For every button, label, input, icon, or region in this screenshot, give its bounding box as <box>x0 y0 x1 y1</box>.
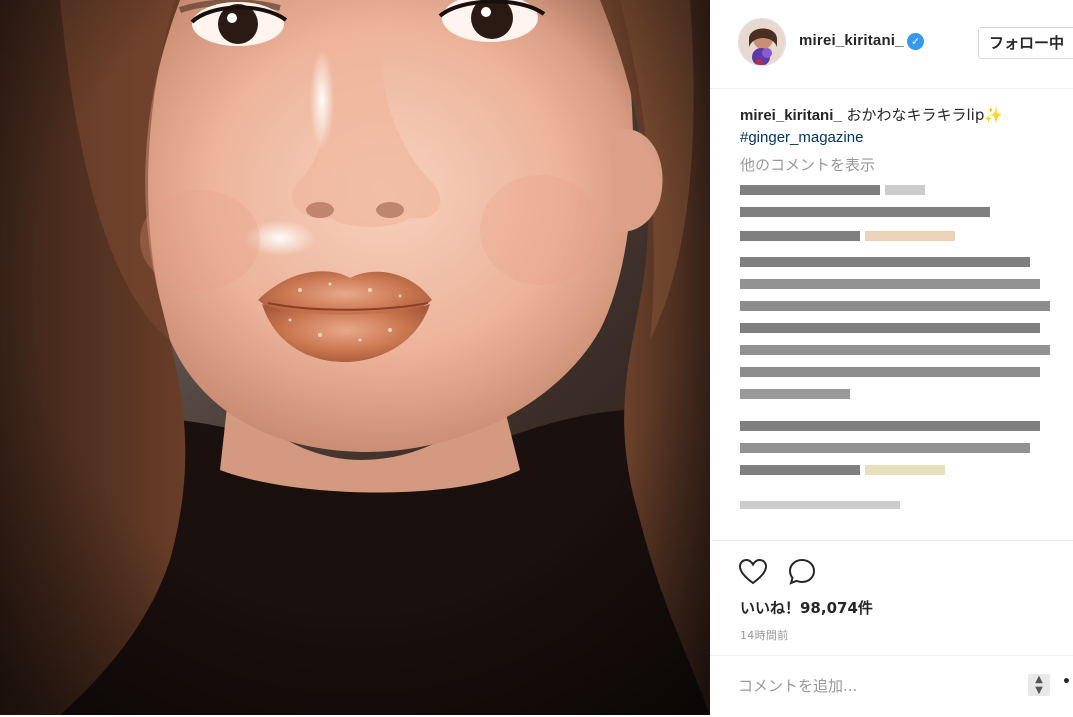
likes-count[interactable]: いいね！98,074件 <box>740 597 873 618</box>
pixelated-comment-block <box>740 185 1050 509</box>
caption-username[interactable]: mirei_kiritani_ <box>740 107 842 124</box>
pixelated-comments <box>740 185 1060 519</box>
caption-text: おかわなキラキラlip✨ <box>841 106 1004 124</box>
verified-check-icon: ✓ <box>907 33 924 50</box>
more-options-button[interactable]: ••• <box>1062 674 1073 690</box>
load-more-comments-link[interactable]: 他のコメントを表示 <box>740 155 1060 175</box>
comment-bubble-icon[interactable] <box>787 557 817 587</box>
add-comment-input[interactable] <box>738 674 1018 698</box>
stepper-arrows-icon[interactable]: ▲ ▼ <box>1028 674 1050 696</box>
post-timestamp[interactable]: 14時間前 <box>740 627 789 643</box>
caption: mirei_kiritani_ おかわなキラキラlip✨ <box>740 104 1060 127</box>
selfie-image <box>0 0 710 715</box>
avatar-image <box>739 19 785 65</box>
heart-icon[interactable] <box>738 557 768 587</box>
post-header: mirei_kiritani_ ✓ フォロー中 <box>710 0 1073 89</box>
post-photo[interactable] <box>0 0 710 715</box>
post-sidebar: mirei_kiritani_ ✓ フォロー中 mirei_kiritani_ … <box>710 0 1073 715</box>
author-username[interactable]: mirei_kiritani_ <box>799 32 904 49</box>
avatar[interactable] <box>738 18 786 66</box>
follow-button[interactable]: フォロー中 <box>978 27 1073 59</box>
hashtag-link[interactable]: #ginger_magazine <box>740 127 1060 149</box>
comments-list[interactable]: mirei_kiritani_ おかわなキラキラlip✨ #ginger_mag… <box>740 104 1060 538</box>
post-actions: いいね！98,074件 14時間前 ▲▼ ••• <box>710 540 1073 716</box>
add-comment-bar: ▲▼ ••• <box>710 655 1073 717</box>
